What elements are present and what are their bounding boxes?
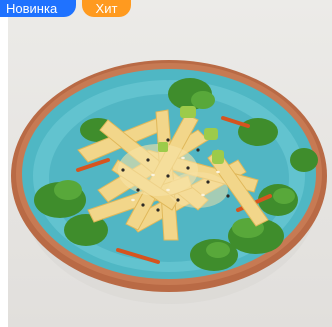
product-photo[interactable]	[8, 0, 332, 327]
product-card[interactable]: Новинка Хит	[0, 0, 332, 327]
badge-new: Новинка	[0, 0, 76, 17]
salad-bowl-image	[11, 60, 327, 304]
badge-hit: Хит	[82, 0, 131, 17]
badges-row: Новинка Хит	[0, 0, 131, 17]
